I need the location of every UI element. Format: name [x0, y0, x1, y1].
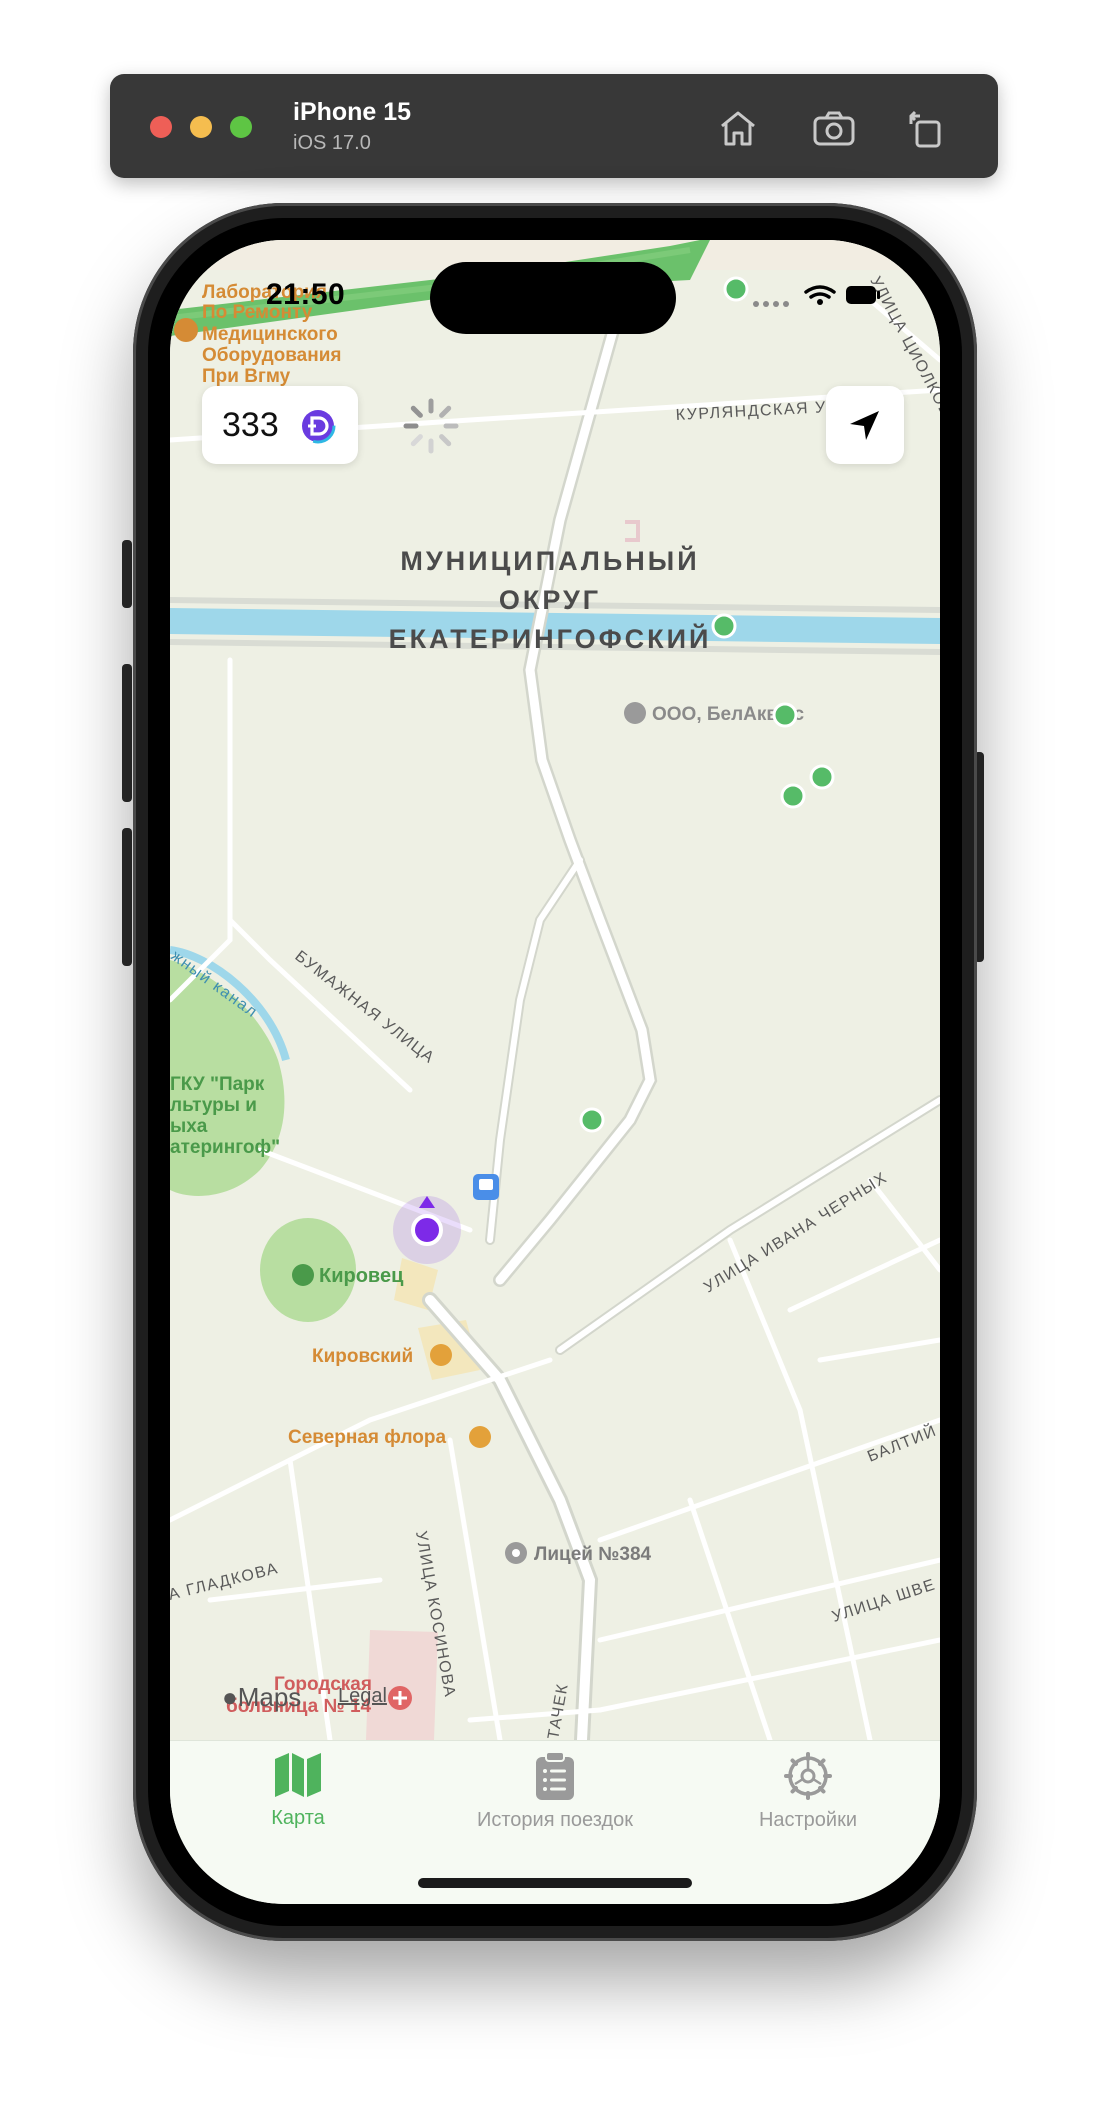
map-view[interactable]: МУНИЦИПАЛЬНЫЙ ОКРУГ ЕКАТЕРИНГОФСКИЙ КУРЛ… [170, 240, 940, 1740]
location-arrow-icon [850, 411, 879, 440]
battery-icon [846, 286, 880, 304]
tab-settings-label: Настройки [758, 1809, 858, 1831]
maps-logo-text: Maps [237, 1682, 302, 1712]
poi-park-line4: атерингоф" [170, 1137, 280, 1158]
district-label-line2: ОКРУГ [499, 585, 601, 615]
poi-park-line3: ыха [170, 1116, 208, 1137]
poi-lab-line5: При Вгму [202, 366, 291, 387]
stadium-icon [292, 1264, 314, 1286]
loading-spinner-icon [403, 398, 459, 454]
legal-link[interactable]: Legal [338, 1685, 387, 1708]
mute-switch [122, 540, 132, 608]
home-indicator[interactable] [418, 1878, 692, 1888]
gear-icon [784, 1752, 832, 1800]
district-label-line3: ЕКАТЕРИНГОФСКИЙ [389, 623, 712, 654]
poi-severnaya-flora: Северная флора [288, 1427, 446, 1448]
poi-kirovets: Кировец [319, 1265, 404, 1287]
shopping-bag-icon [430, 1344, 452, 1366]
volume-down-button [122, 828, 132, 966]
scooter-marker[interactable] [723, 276, 749, 302]
coin-icon [300, 408, 336, 444]
scooter-marker[interactable] [711, 613, 737, 639]
tab-settings[interactable]: Настройки [688, 1751, 928, 1851]
status-icons [753, 285, 880, 307]
locate-me-button[interactable] [826, 386, 904, 464]
scooter-marker[interactable] [579, 1107, 605, 1133]
wifi-icon [804, 285, 836, 299]
volume-up-button [122, 664, 132, 802]
poi-kirovsky: Кировский [312, 1346, 413, 1367]
coin-balance-pill[interactable]: 333 [202, 386, 358, 464]
tab-history-label: История поездок [476, 1809, 634, 1831]
rotate-icon[interactable] [902, 104, 950, 152]
poi-lab-line4: Оборудования [202, 345, 341, 366]
device-name: iPhone 15 [293, 98, 412, 126]
poi-park-line1: ГКУ "Парк [170, 1074, 265, 1095]
tab-map-label: Карта [271, 1807, 325, 1829]
tab-history[interactable]: История поездок [435, 1751, 675, 1851]
poi-licey: Лицей №384 [534, 1544, 652, 1565]
toolbox-icon [174, 318, 198, 342]
phone-screen: МУНИЦИПАЛЬНЫЙ ОКРУГ ЕКАТЕРИНГОФСКИЙ КУРЛ… [170, 240, 940, 1904]
tab-map[interactable]: Карта [178, 1751, 418, 1851]
zoom-window-button[interactable] [230, 116, 252, 138]
close-window-button[interactable] [150, 116, 172, 138]
clipboard-list-icon [536, 1751, 574, 1800]
cellular-signal-icon [753, 301, 789, 307]
apple-maps-logo: ●Maps [222, 1682, 301, 1713]
shopping-bag-icon [469, 1426, 491, 1448]
minimize-window-button[interactable] [190, 116, 212, 138]
os-version: iOS 17.0 [293, 132, 371, 154]
poi-lab-line3: Медицинского [202, 324, 338, 345]
scooter-marker[interactable] [772, 702, 798, 728]
poi-park-line2: льтуры и [170, 1095, 257, 1116]
car-icon [624, 702, 646, 724]
scooter-marker[interactable] [809, 764, 835, 790]
user-location-dot [411, 1214, 443, 1246]
coin-balance-count: 333 [222, 406, 279, 444]
dynamic-island [430, 262, 676, 334]
camera-icon[interactable] [810, 104, 858, 152]
district-label-line1: МУНИЦИПАЛЬНЫЙ [400, 545, 699, 576]
apple-logo-icon: ● [222, 1682, 238, 1712]
status-time: 21:50 [266, 278, 346, 311]
simulator-toolbar: iPhone 15 iOS 17.0 [110, 74, 998, 178]
scooter-marker[interactable] [780, 783, 806, 809]
map-icon [275, 1753, 321, 1797]
home-icon[interactable] [714, 104, 762, 152]
